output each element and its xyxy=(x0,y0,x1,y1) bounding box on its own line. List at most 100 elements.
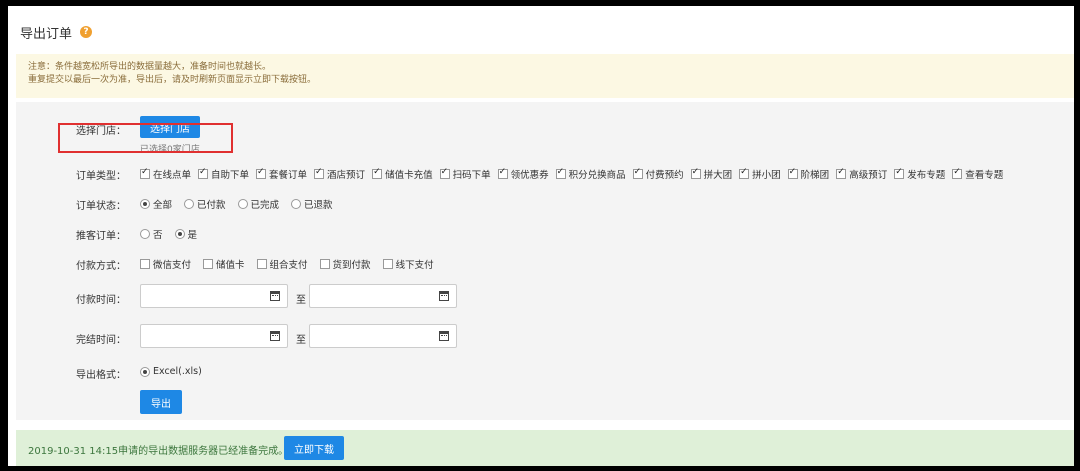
checkbox-checked[interactable] xyxy=(555,167,566,179)
format-label: 导出格式： xyxy=(76,370,126,381)
finish-time-from-input[interactable] xyxy=(140,324,288,348)
order-status-option-label: 已退款 xyxy=(304,200,333,211)
order-type-option[interactable]: 积分兑换商品 xyxy=(555,167,626,181)
checkbox[interactable] xyxy=(319,259,330,269)
checkbox-checked[interactable] xyxy=(198,167,209,179)
order-status-option-label: 已付款 xyxy=(197,200,226,211)
pay-time-to-input[interactable] xyxy=(309,284,457,308)
pay-time-from-input[interactable] xyxy=(140,284,288,308)
order-status-option-label: 全部 xyxy=(153,200,173,211)
tuike-label: 推客订单： xyxy=(76,231,126,242)
order-status-option-label: 已完成 xyxy=(250,200,280,211)
order-status-option[interactable]: 已退款 xyxy=(291,197,333,211)
radio-checked[interactable] xyxy=(174,229,185,239)
order-type-option[interactable]: 储值卡充值 xyxy=(372,167,433,181)
tuike-option[interactable]: 是 xyxy=(174,227,198,241)
radio[interactable] xyxy=(184,199,195,209)
checkbox-checked[interactable] xyxy=(739,167,750,179)
order-status-option[interactable]: 全部 xyxy=(140,197,172,211)
order-type-option[interactable]: 在线点单 xyxy=(140,167,191,181)
checkbox-checked[interactable] xyxy=(140,167,150,179)
format-option[interactable]: Excel(.xls) xyxy=(140,366,202,377)
calendar-icon[interactable] xyxy=(439,331,449,341)
order-type-option[interactable]: 自助下单 xyxy=(198,167,249,181)
order-type-option-label: 付费预约 xyxy=(645,170,684,181)
order-type-option-label: 在线点单 xyxy=(153,170,192,181)
checkbox-checked[interactable] xyxy=(439,167,450,179)
format-option-label: Excel(.xls) xyxy=(153,366,202,377)
order-type-option[interactable]: 高级预订 xyxy=(836,167,887,181)
order-type-option[interactable]: 领优惠券 xyxy=(497,167,549,181)
order-type-option[interactable]: 拼大团 xyxy=(690,167,733,181)
order-type-option[interactable]: 拼小团 xyxy=(739,167,781,181)
order-type-option-label: 积分兑换商品 xyxy=(568,170,626,181)
checkbox-checked[interactable] xyxy=(314,167,325,179)
order-type-option-label: 储值卡充值 xyxy=(385,170,433,181)
checkbox-checked[interactable] xyxy=(894,167,905,179)
radio[interactable] xyxy=(237,199,248,209)
order-status-label: 订单状态： xyxy=(76,201,126,212)
order-type-option[interactable]: 付费预约 xyxy=(632,167,684,181)
checkbox-checked[interactable] xyxy=(690,167,701,179)
checkbox-checked[interactable] xyxy=(836,167,847,179)
checkbox-checked[interactable] xyxy=(952,167,963,179)
radio-checked[interactable] xyxy=(140,366,150,377)
order-type-option[interactable]: 发布专题 xyxy=(894,167,945,181)
checkbox-checked[interactable] xyxy=(787,167,798,179)
checkbox[interactable] xyxy=(140,259,150,269)
order-type-option-label: 扫码下单 xyxy=(452,170,491,181)
order-status-option[interactable]: 已完成 xyxy=(237,197,280,211)
order-type-option[interactable]: 酒店预订 xyxy=(314,167,365,181)
radio[interactable] xyxy=(291,199,302,209)
finish-time-separator: 至 xyxy=(296,335,306,346)
download-now-button[interactable]: 立即下载 xyxy=(284,436,344,460)
notice-line-2: 重复提交以最后一次为准，导出后，请及时刷新页面显示立即下载按钮。 xyxy=(28,75,317,85)
order-type-option-label: 阶梯团 xyxy=(800,170,830,181)
pay-time-label: 付款时间： xyxy=(76,295,126,306)
finish-time-label: 完结时间： xyxy=(76,335,126,346)
export-button[interactable]: 导出 xyxy=(140,390,182,414)
tuike-option[interactable]: 否 xyxy=(140,227,163,241)
order-type-option-label: 查看专题 xyxy=(965,170,1004,181)
radio-checked[interactable] xyxy=(140,199,150,209)
help-icon[interactable]: ? xyxy=(80,26,92,38)
format-options: Excel(.xls) xyxy=(140,366,211,377)
checkbox-checked[interactable] xyxy=(372,167,383,179)
payment-option[interactable]: 组合支付 xyxy=(256,257,308,271)
order-status-option[interactable]: 已付款 xyxy=(184,197,226,211)
checkbox[interactable] xyxy=(256,259,267,269)
order-type-option-label: 拼大团 xyxy=(703,170,733,181)
payment-option-label: 微信支付 xyxy=(153,260,192,271)
tuike-options: 否是 xyxy=(140,227,209,241)
payment-option[interactable]: 储值卡 xyxy=(203,257,245,271)
order-type-options: 在线点单 自助下单 套餐订单 酒店预订 储值卡充值 扫码下单 领优惠券 积分兑换商品 付费预约 拼… xyxy=(140,167,1010,181)
finish-time-to-input[interactable] xyxy=(309,324,457,348)
highlight-annotation xyxy=(58,123,233,153)
title-bar: 导出订单 ? xyxy=(8,6,1074,54)
tuike-option-label: 是 xyxy=(187,230,198,241)
calendar-icon[interactable] xyxy=(439,291,449,301)
checkbox[interactable] xyxy=(203,259,214,269)
order-type-option-label: 发布专题 xyxy=(907,170,946,181)
checkbox-checked[interactable] xyxy=(632,167,643,179)
order-type-option-label: 领优惠券 xyxy=(510,170,549,181)
order-type-option-label: 高级预订 xyxy=(849,170,888,181)
payment-option[interactable]: 货到付款 xyxy=(319,257,371,271)
order-type-option[interactable]: 阶梯团 xyxy=(787,167,830,181)
checkbox[interactable] xyxy=(382,259,393,269)
calendar-icon[interactable] xyxy=(270,331,280,341)
checkbox-checked[interactable] xyxy=(256,167,267,179)
checkbox-checked[interactable] xyxy=(497,167,508,179)
order-type-option[interactable]: 扫码下单 xyxy=(439,167,491,181)
payment-label: 付款方式： xyxy=(76,261,126,272)
calendar-icon[interactable] xyxy=(270,291,280,301)
payment-option-label: 线下支付 xyxy=(395,260,434,271)
download-ready-text: 2019-10-31 14:15申请的导出数据服务器已经准备完成。 xyxy=(28,446,289,457)
payment-option[interactable]: 微信支付 xyxy=(140,257,191,271)
order-type-option[interactable]: 套餐订单 xyxy=(256,167,307,181)
radio[interactable] xyxy=(140,229,150,239)
pay-time-separator: 至 xyxy=(296,295,306,306)
order-type-option[interactable]: 查看专题 xyxy=(952,167,1003,181)
export-orders-page: 导出订单 ? 注意：条件越宽松所导出的数据量越大，准备时间也就越长。 重复提交以… xyxy=(8,6,1074,466)
payment-option[interactable]: 线下支付 xyxy=(382,257,434,271)
